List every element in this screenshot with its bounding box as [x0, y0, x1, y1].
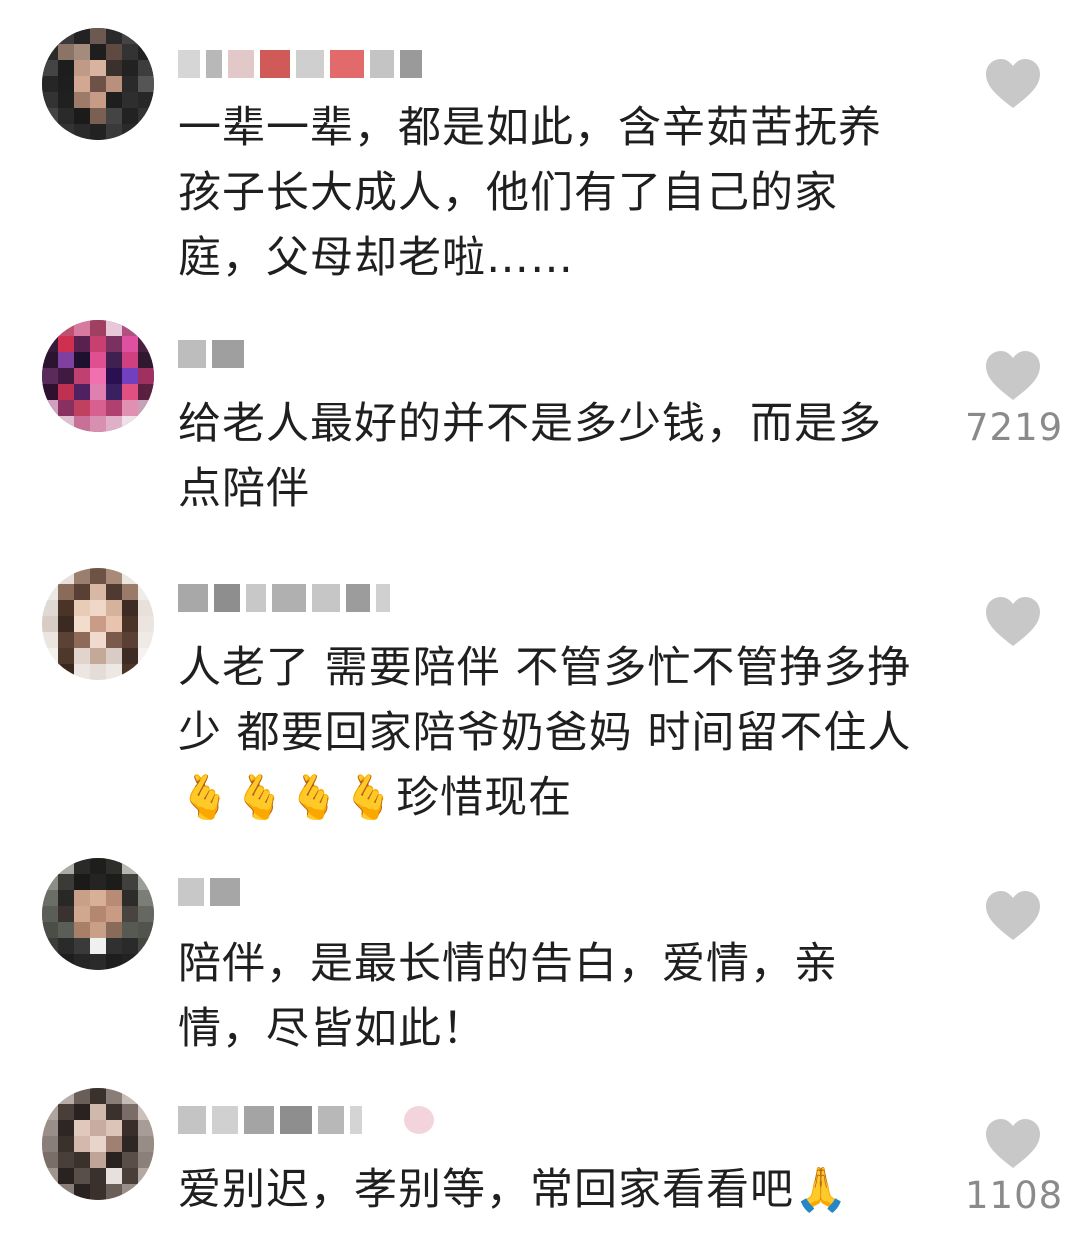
heart-icon: [986, 891, 1040, 940]
comment-text: 陪伴，是最长情的告白，爱情，亲 情，尽皆如此！: [178, 939, 838, 1054]
username-blurred[interactable]: [178, 872, 240, 912]
username-blurred[interactable]: [178, 334, 244, 374]
heart-icon: [986, 597, 1040, 646]
comment-text: 爱别迟，孝别等，常回家看看吧🙏: [178, 1165, 849, 1215]
comment-text: 给老人最好的并不是多少钱，而是多 点陪伴: [178, 399, 882, 514]
heart-icon: [986, 1119, 1040, 1168]
comment-text: 人老了 需要陪伴 不管多忙不管挣多挣 少 都要回家陪爷奶爸妈 时间留不住人 🫰🫰…: [178, 643, 912, 823]
avatar[interactable]: [42, 568, 154, 680]
username-blurred[interactable]: [178, 44, 422, 84]
avatar[interactable]: [42, 320, 154, 432]
like-count: 7219: [965, 406, 1064, 449]
username-blurred[interactable]: [178, 1100, 434, 1140]
like-button[interactable]: [965, 596, 1061, 652]
like-button[interactable]: 7219: [965, 350, 1064, 449]
like-button[interactable]: 1108: [965, 1118, 1064, 1217]
like-count: 1108: [965, 1174, 1064, 1217]
avatar[interactable]: [42, 858, 154, 970]
heart-icon: [986, 59, 1040, 108]
heart-icon: [986, 351, 1040, 400]
username-blurred[interactable]: [178, 578, 390, 618]
avatar[interactable]: [42, 28, 154, 140]
avatar[interactable]: [42, 1088, 154, 1200]
like-button[interactable]: [965, 890, 1061, 946]
comment-text: 一辈一辈，都是如此，含辛茹苦抚养 孩子长大成人，他们有了自己的家 庭，父母却老啦…: [178, 103, 882, 283]
like-button[interactable]: [965, 58, 1061, 114]
